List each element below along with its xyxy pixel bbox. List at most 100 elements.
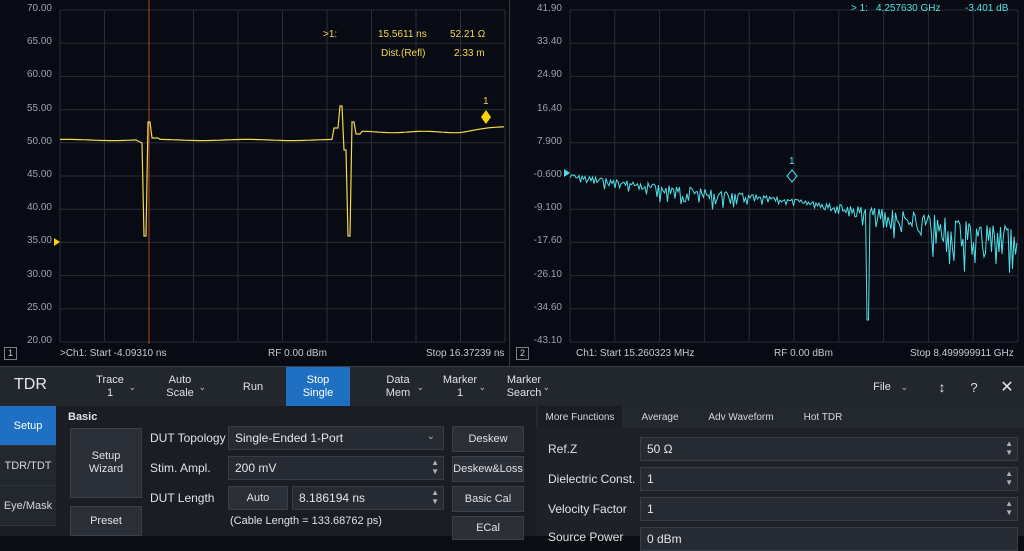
marker-readout-value: 52.21 Ω xyxy=(450,29,486,40)
deskew-button[interactable]: Deskew xyxy=(452,426,524,452)
footer-stop: Stop 16.37239 ns xyxy=(426,348,505,359)
tab-average[interactable]: Average xyxy=(628,406,692,428)
file-menu[interactable]: File ⌄ xyxy=(864,367,914,407)
preset-button[interactable]: Preset xyxy=(70,506,142,536)
refz-value: 50 Ω xyxy=(647,442,673,456)
close-icon[interactable]: ✕ xyxy=(994,367,1020,407)
tab-eye-mask[interactable]: Eye/Mask xyxy=(0,486,56,526)
dut-length-field[interactable]: 8.186194 ns ▲ ▼ xyxy=(292,486,444,510)
frequency-response-plot[interactable]: 41.90 33.40 24.90 16.40 7.900 -0.600 -9.100 -17… xyxy=(512,0,1024,366)
y-tick-label: 30.00 xyxy=(26,268,52,280)
dielectric-label: Dielectric Const. xyxy=(548,472,636,486)
marker-1-diamond xyxy=(481,110,491,124)
marker-readout-value: -3.401 dB xyxy=(965,3,1009,14)
dut-topology-value: Single-Ended 1-Port xyxy=(235,431,344,445)
tdr-plot-canvas xyxy=(54,0,506,344)
chevron-down-icon: ⌄ xyxy=(128,382,136,392)
y-tick-label: -9.100 xyxy=(533,202,562,214)
chevron-down-icon: ⌄ xyxy=(900,382,908,392)
dielectric-field[interactable]: 1 ▲ ▼ xyxy=(640,467,1018,491)
stop-single-button[interactable]: Stop Single xyxy=(286,367,350,407)
refz-field[interactable]: 50 Ω ▲ ▼ xyxy=(640,437,1018,461)
y-tick-label: 40.00 xyxy=(26,202,52,214)
velocity-field[interactable]: 1 ▲ ▼ xyxy=(640,497,1018,521)
auto-length-button[interactable]: Auto xyxy=(228,486,288,510)
chevron-down-icon: ⌄ xyxy=(198,382,206,392)
y-tick-label: 25.00 xyxy=(26,301,52,313)
setup-wizard-button[interactable]: Setup Wizard xyxy=(70,428,142,498)
source-power-label: Source Power xyxy=(548,530,624,544)
resize-arrows-icon[interactable]: ↕ xyxy=(930,367,954,407)
marker-readout-id: >1: xyxy=(323,29,338,40)
y-tick-label: 60.00 xyxy=(26,69,52,81)
refz-label: Ref.Z xyxy=(548,442,578,456)
tab-adv-waveform[interactable]: Adv Waveform xyxy=(698,406,784,428)
stim-ampl-value: 200 mV xyxy=(235,461,277,475)
y-tick-label: 24.90 xyxy=(536,69,562,81)
trace-number-badge: 2 xyxy=(516,347,529,360)
velocity-label: Velocity Factor xyxy=(548,502,627,516)
footer-stop: Stop 8.499999911 GHz xyxy=(910,348,1014,359)
y-tick-label: -26.10 xyxy=(533,268,562,280)
y-tick-label: 41.90 xyxy=(536,3,562,14)
stepper-icon[interactable]: ▲ ▼ xyxy=(431,488,439,506)
marker-readout-dist-value: 2.33 m xyxy=(454,48,485,59)
chevron-down-icon: ⌄ xyxy=(426,431,435,442)
ecal-button[interactable]: ECal xyxy=(452,516,524,540)
data-mem-button[interactable]: Data Mem ⌄ xyxy=(366,367,430,407)
marker-search-button[interactable]: Marker Search ⌄ xyxy=(492,367,556,407)
marker-readout-id: > 1: xyxy=(851,3,868,14)
tab-hot-tdr[interactable]: Hot TDR xyxy=(790,406,856,428)
marker-readout-freq: 4.257630 GHz xyxy=(876,3,941,14)
setup-wizard-line1: Setup xyxy=(91,450,121,462)
y-tick-label: 55.00 xyxy=(26,102,52,114)
stepper-icon[interactable]: ▲ ▼ xyxy=(1005,499,1013,517)
chevron-down-icon: ⌄ xyxy=(542,382,550,392)
stop-line2: Single xyxy=(302,387,334,399)
tab-more-functions[interactable]: More Functions xyxy=(538,406,622,428)
stepper-icon[interactable]: ▲ ▼ xyxy=(431,458,439,476)
marker-readout-dist-label: Dist.(Refl) xyxy=(381,48,426,59)
marker-readout-time: 15.5611 ns xyxy=(378,29,427,40)
trace-number-badge: 1 xyxy=(4,347,17,360)
freq-plot-canvas xyxy=(564,9,1019,343)
footer-rf: RF 0.00 dBm xyxy=(268,348,327,359)
marker-selector[interactable]: Marker 1 ⌄ xyxy=(428,367,492,407)
main-toolbar: TDR Trace 1 ⌄ Auto Scale ⌄ Run Stop Sing… xyxy=(0,366,1024,407)
stim-ampl-field[interactable]: 200 mV ▲ ▼ xyxy=(228,456,444,480)
velocity-value: 1 xyxy=(647,502,654,516)
deskew-loss-button[interactable]: Deskew&Loss xyxy=(452,456,524,482)
basic-cal-button[interactable]: Basic Cal xyxy=(452,486,524,512)
trace-selector[interactable]: Trace 1 ⌄ xyxy=(78,367,142,407)
chevron-down-icon: ⌄ xyxy=(416,382,424,392)
footer-start: >Ch1: Start -4.09310 ns xyxy=(60,348,167,359)
auto-scale-button[interactable]: Auto Scale ⌄ xyxy=(148,367,212,407)
ref-level-arrow xyxy=(564,169,570,177)
dut-topology-select[interactable]: Single-Ended 1-Port ⌄ xyxy=(228,426,444,450)
ref-level-arrow xyxy=(54,238,60,246)
settings-panel: Setup TDR/TDT Eye/Mask Basic Setup Wizar… xyxy=(0,406,1024,551)
run-button[interactable]: Run xyxy=(222,367,284,407)
stepper-icon[interactable]: ▲ ▼ xyxy=(1005,469,1013,487)
y-tick-label: 7.900 xyxy=(536,135,562,147)
y-tick-label: 50.00 xyxy=(26,135,52,147)
stepper-icon[interactable]: ▲ ▼ xyxy=(1005,439,1013,457)
y-tick-label: 16.40 xyxy=(536,102,562,114)
tdr-impedance-plot[interactable]: 70.00 65.00 60.00 55.00 50.00 45.00 40.00 35.00… xyxy=(0,0,510,366)
dut-topology-label: DUT Topology xyxy=(150,431,226,445)
marker-1-label: 1 xyxy=(483,96,489,107)
tab-tdr-tdt[interactable]: TDR/TDT xyxy=(0,446,56,486)
source-power-field[interactable]: 0 dBm xyxy=(640,527,1018,551)
stim-ampl-label: Stim. Ampl. xyxy=(150,461,211,475)
dielectric-value: 1 xyxy=(647,472,654,486)
footer-start: Ch1: Start 15.260323 MHz xyxy=(576,348,695,359)
y-tick-label: 20.00 xyxy=(26,335,52,346)
y-tick-label: 65.00 xyxy=(26,36,52,48)
tab-setup[interactable]: Setup xyxy=(0,406,56,446)
cable-length-text: (Cable Length = 133.68762 ps) xyxy=(230,515,382,527)
dut-length-value: 8.186194 ns xyxy=(299,491,366,505)
file-label: File xyxy=(873,380,891,393)
help-icon[interactable]: ? xyxy=(962,367,986,407)
basic-heading: Basic xyxy=(68,411,98,423)
y-tick-label: 45.00 xyxy=(26,169,52,180)
